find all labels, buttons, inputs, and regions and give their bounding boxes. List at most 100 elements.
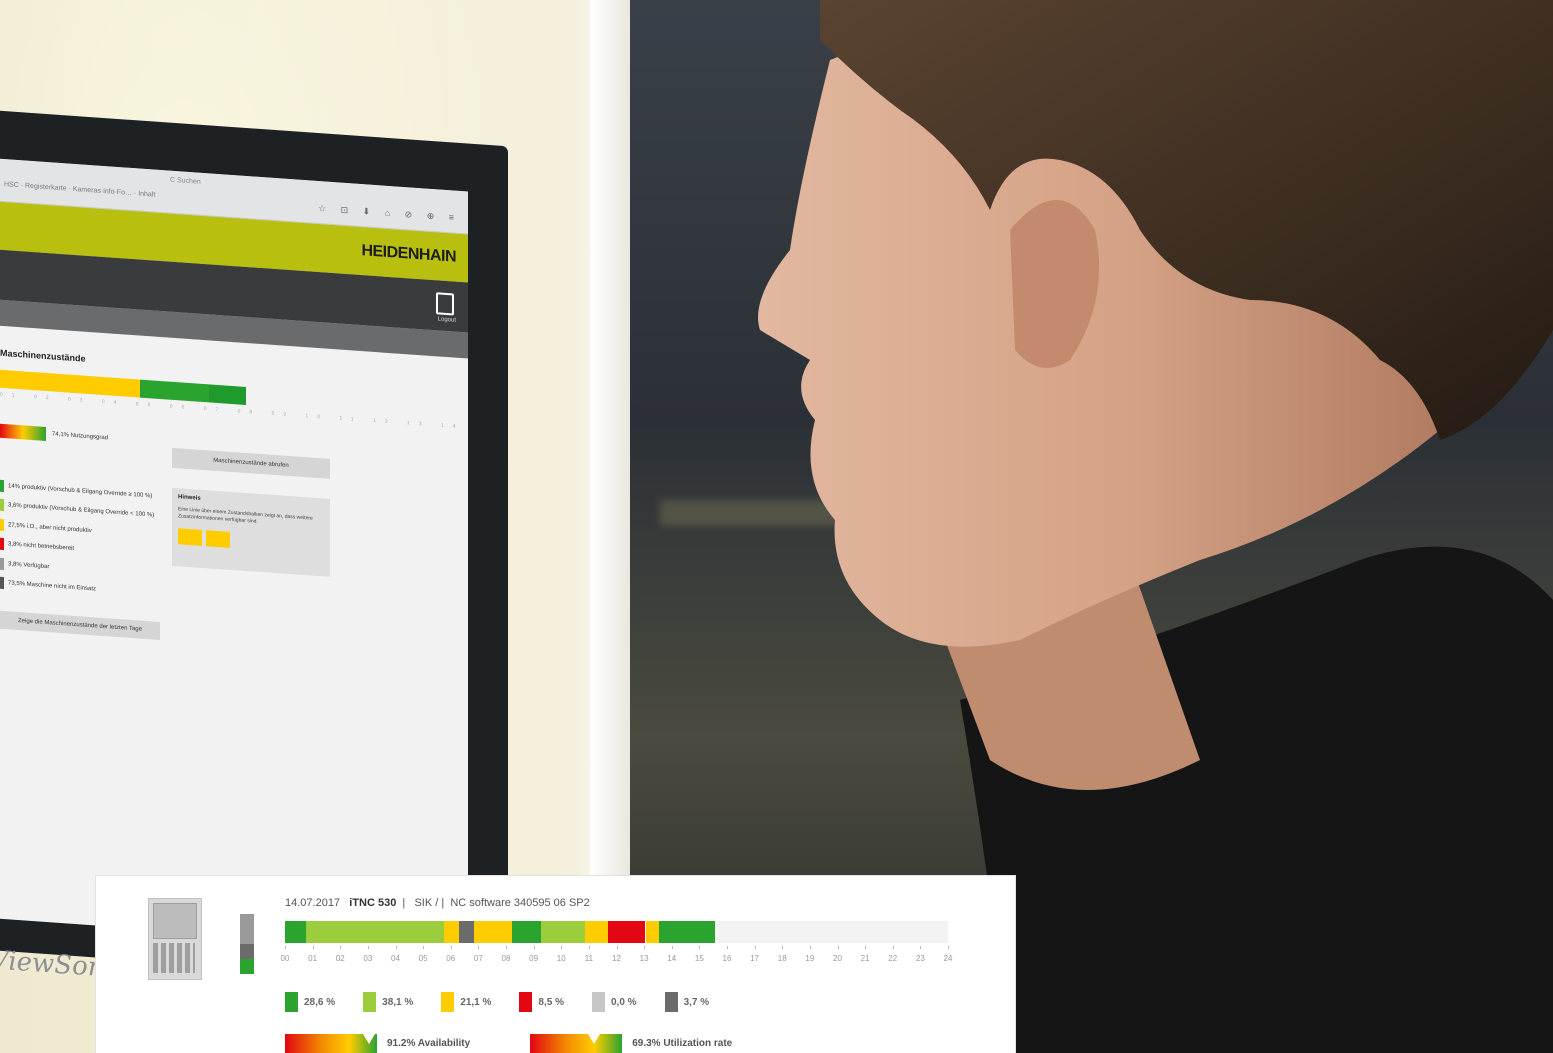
legend-swatch xyxy=(0,557,4,570)
hint-box: Hinweis Eine Linie über einem Zustandsba… xyxy=(172,487,330,577)
percentage-swatch xyxy=(519,992,533,1012)
timeline-tick xyxy=(506,946,507,949)
percentage-value: 28,6 % xyxy=(304,996,336,1008)
timeline-hours: 00 01 02 03 04 05 06 07 08 09 10 11 12 13 14 15 16 17 18 19… xyxy=(281,954,953,966)
percentage-item: 21,1 % xyxy=(441,992,491,1012)
percentage-value: 21,1 % xyxy=(460,996,492,1008)
heidenhain-logo: HEIDENHAIN xyxy=(361,242,456,266)
timeline-tick xyxy=(533,946,535,949)
timeline-hour-label: 15 xyxy=(694,954,704,963)
timeline-tick xyxy=(340,946,342,949)
timeline-tick xyxy=(892,946,894,949)
timeline-tick xyxy=(865,946,867,949)
timeline-tick xyxy=(920,946,922,949)
control-screen xyxy=(153,903,197,939)
percentage-value: 3,7 % xyxy=(683,996,710,1008)
timeline-hour-label: 21 xyxy=(860,954,870,963)
blurred-shelf xyxy=(660,500,890,526)
kpi-gauge xyxy=(530,1034,623,1053)
previous-days-button[interactable]: Zeige die Maschinenzustände der letzten … xyxy=(0,610,160,640)
timeline-hour-label: 05 xyxy=(418,954,428,963)
percentage-swatch xyxy=(441,992,455,1012)
percentage-swatch xyxy=(592,992,605,1012)
timeline-hour-label: 20 xyxy=(833,954,842,963)
timeline-hour-label: 13 xyxy=(639,954,649,963)
percentage-value: 38,1 % xyxy=(382,996,414,1008)
timeline-hour-label: 24 xyxy=(943,954,953,963)
percentage-item: 0,0 % xyxy=(592,992,637,1012)
timeline-tick xyxy=(561,946,563,949)
legend-swatch xyxy=(0,479,4,492)
state-percentages: 28,6 % 38,1 % 21,1 % 8,5 % 0,0 % 3,7 % xyxy=(285,992,737,1012)
stack-segment xyxy=(240,929,254,944)
monitor: C Suchen HSC · Registerkarte · Kameras·i… xyxy=(0,108,508,987)
timeline-tick xyxy=(395,946,397,949)
kpi-gauge xyxy=(285,1034,377,1053)
legend-swatch xyxy=(0,577,4,590)
kpi-row: 91.2% Availability 69.3% Utilization rate xyxy=(285,1034,792,1053)
state-bar-segment xyxy=(140,379,210,403)
timeline-tick xyxy=(754,946,756,949)
timeline-tick xyxy=(285,946,286,949)
legend-text: 73,5% Maschine nicht im Einsatz xyxy=(8,580,97,593)
kpi-marker xyxy=(587,1034,600,1044)
timeline-hour-label: 18 xyxy=(777,954,787,963)
status-stack xyxy=(240,914,254,974)
timeline-hour-label: 01 xyxy=(308,954,318,963)
timeline-tick xyxy=(948,946,949,949)
kpi-item: 69.3% Utilization rate xyxy=(530,1034,732,1053)
panel-control: iTNC 530 xyxy=(349,897,397,909)
timeline-hour-label: 00 xyxy=(280,954,290,963)
logout-icon[interactable] xyxy=(436,292,454,316)
timeline-tick xyxy=(809,946,811,949)
timeline-hour-label: 12 xyxy=(612,954,621,963)
timeline-tick xyxy=(616,946,618,949)
hint-swatch xyxy=(178,528,202,546)
timeline-hour-label: 09 xyxy=(529,954,539,963)
timeline-tick xyxy=(782,946,784,949)
timeline-segment xyxy=(659,921,715,943)
timeline-tick xyxy=(312,946,314,949)
timeline-tick xyxy=(671,946,673,949)
daily-timeline xyxy=(285,921,948,943)
percentage-item: 8,5 % xyxy=(519,992,564,1012)
timeline-tick xyxy=(727,946,728,949)
stack-segment xyxy=(240,944,254,959)
timeline-hour-label: 10 xyxy=(556,954,566,963)
stack-segment xyxy=(240,959,254,974)
timeline-segment xyxy=(540,921,585,943)
legend-text: 27,5% i.O., aber nicht produktiv xyxy=(8,522,92,534)
monitor-screen: C Suchen HSC · Registerkarte · Kameras·i… xyxy=(0,156,468,952)
timeline-hour-label: 19 xyxy=(805,954,815,963)
legend-text: 3,8% nicht betriebsbereit xyxy=(8,541,75,553)
bookmarks-bar[interactable]: HSC · Registerkarte · Kameras·info·Fo… ·… xyxy=(4,181,155,199)
timeline-segment xyxy=(474,921,512,943)
kpi-marker xyxy=(362,1034,375,1044)
timeline-tick xyxy=(450,946,452,949)
timeline-segment xyxy=(285,921,306,943)
percentage-item: 3,7 % xyxy=(664,992,710,1012)
timeline-segment xyxy=(645,921,660,943)
timeline-hour-label: 23 xyxy=(915,954,925,963)
timeline-segment xyxy=(608,921,646,943)
legend-swatch xyxy=(0,538,4,551)
hint-body: Eine Linie über einem Zustandsbalken zei… xyxy=(178,506,313,525)
timeline-segment xyxy=(459,921,475,943)
timeline-hour-label: 03 xyxy=(363,954,373,963)
logout-label[interactable]: Logout xyxy=(438,316,456,323)
blurred-shelf-lower xyxy=(980,720,1160,740)
legend-swatch xyxy=(0,499,4,512)
timeline-tick xyxy=(588,946,590,949)
timeline-hour-label: 17 xyxy=(750,954,760,963)
timeline-hour-label: 11 xyxy=(584,954,594,963)
percentage-value: 0,0 % xyxy=(611,996,637,1008)
browser-icons[interactable]: ☆ ⊡ ⬇ ⌂ ⊘ ⊕ ≡ xyxy=(318,203,460,224)
timeline-tick xyxy=(423,946,425,949)
timeline-hour-label: 07 xyxy=(473,954,483,963)
kpi-item: 91.2% Availability xyxy=(285,1034,470,1053)
percentage-value: 8,5 % xyxy=(538,996,564,1008)
address-bar[interactable]: C Suchen xyxy=(170,177,201,186)
percentage-swatch xyxy=(285,992,298,1012)
kpi-label: 69.3% Utilization rate xyxy=(632,1038,733,1049)
control-unit-image xyxy=(148,898,202,980)
